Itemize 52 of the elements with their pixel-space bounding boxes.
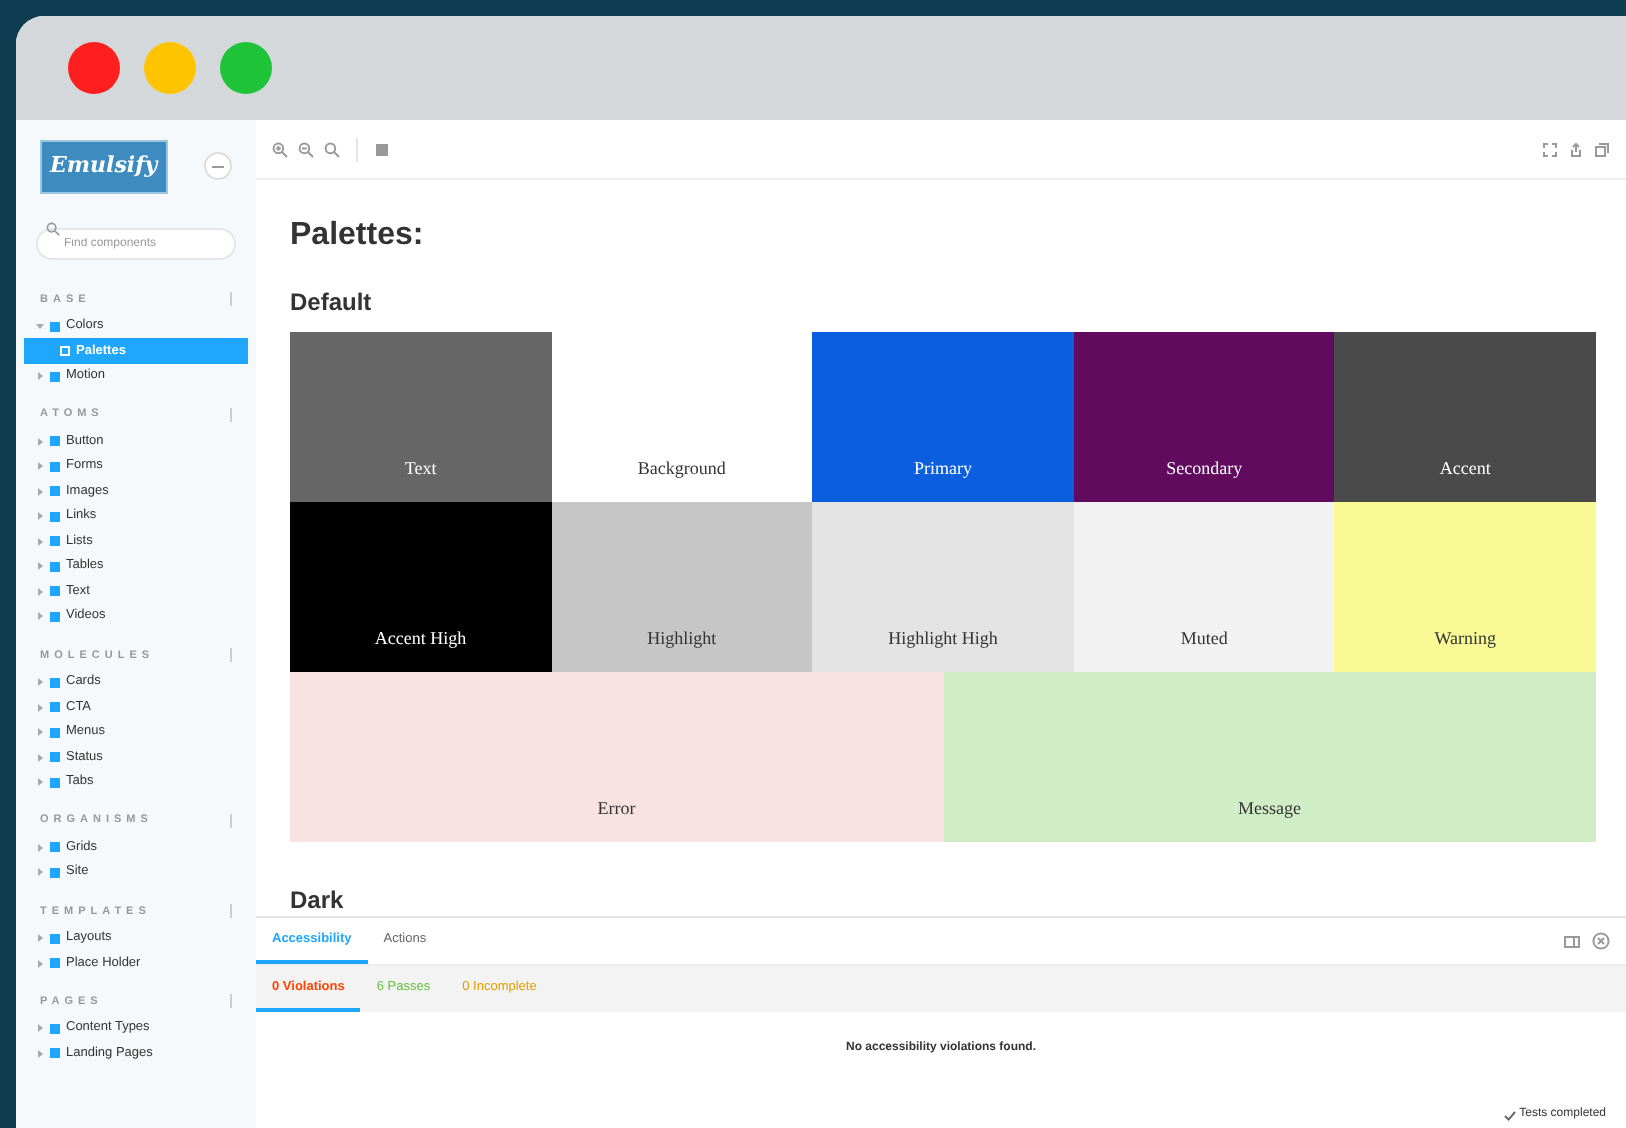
- caret-icon: [36, 778, 44, 786]
- caret-icon: [36, 462, 44, 471]
- caret-icon: [36, 1049, 44, 1058]
- swatch-label: Primary: [913, 455, 972, 482]
- caret-icon: [36, 753, 44, 761]
- swatch-label: Error: [597, 795, 636, 821]
- grid-icon[interactable]: [374, 141, 390, 157]
- close-icon[interactable]: [68, 42, 120, 94]
- section-title: Dark: [290, 884, 346, 916]
- caret-icon: [36, 934, 44, 942]
- swatch-label: Accent: [1439, 455, 1491, 481]
- caret-icon: [36, 843, 44, 852]
- search-icon: [46, 222, 60, 236]
- caret-icon: [36, 959, 44, 967]
- caret-icon: [36, 372, 44, 380]
- zoom-reset-icon[interactable]: [324, 141, 340, 157]
- swatch-label: Text: [404, 455, 437, 481]
- zoom-out-icon[interactable]: [298, 141, 314, 157]
- page-heading: Palettes:: [290, 216, 426, 256]
- story-icon: [60, 346, 70, 356]
- caret-icon: [36, 1024, 44, 1033]
- caret-icon: [36, 512, 44, 521]
- section-title: Default: [290, 286, 374, 320]
- caret-icon: [36, 487, 44, 496]
- caret-icon: [36, 537, 44, 546]
- swatch-label: Secondary: [1166, 455, 1243, 482]
- menu-icon[interactable]: [204, 152, 232, 181]
- swatch-label: Muted: [1180, 625, 1228, 651]
- caret-icon: [36, 587, 44, 596]
- swatch-label: Message: [1238, 795, 1301, 822]
- caret-icon: [36, 562, 44, 571]
- fullscreen-icon[interactable]: [1542, 141, 1558, 157]
- swatch-label: Warning: [1434, 625, 1497, 652]
- caret-icon: [36, 728, 44, 736]
- share-icon[interactable]: [1568, 141, 1584, 157]
- copy-icon[interactable]: [1594, 141, 1610, 157]
- zoom-in-icon[interactable]: [272, 141, 288, 157]
- swatch-label: Highlight High: [888, 625, 998, 652]
- swatch-label: Accent High: [374, 625, 467, 652]
- caret-icon: [36, 703, 44, 711]
- maximize-icon[interactable]: [220, 42, 272, 94]
- close-panel-icon[interactable]: [1592, 932, 1610, 950]
- swatch-label: Highlight: [647, 625, 717, 652]
- caret-icon: [36, 612, 44, 621]
- panel-layout-icon[interactable]: [1564, 933, 1580, 949]
- caret-icon: [36, 678, 44, 686]
- caret-icon: [36, 868, 44, 877]
- caret-icon: [36, 437, 44, 446]
- caret-icon: [36, 322, 44, 330]
- check-icon: [1503, 1109, 1516, 1121]
- logo[interactable]: Emulsify: [40, 140, 168, 193]
- swatch-label: Background: [637, 455, 726, 482]
